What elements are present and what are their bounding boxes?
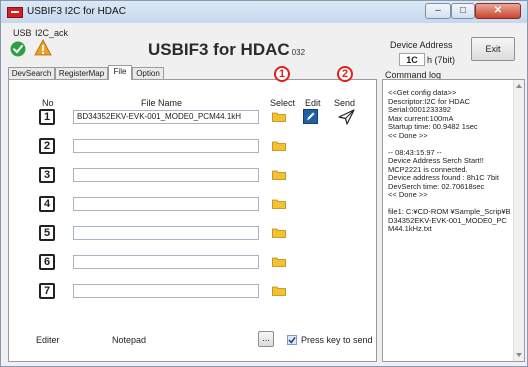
editor-label: Editer bbox=[36, 335, 60, 345]
scroll-down-arrow-icon[interactable] bbox=[516, 353, 522, 357]
log-scrollbar[interactable] bbox=[513, 80, 524, 361]
press-key-checkbox[interactable] bbox=[287, 335, 297, 345]
command-log-panel[interactable]: <<Get config data>> Descriptor:I2C for H… bbox=[382, 79, 525, 362]
row-number: 7 bbox=[39, 283, 55, 299]
row-number: 3 bbox=[39, 167, 55, 183]
checkmark-icon bbox=[288, 337, 296, 344]
select-marker: 1 bbox=[274, 66, 290, 82]
column-edit-header: Edit bbox=[305, 98, 321, 108]
column-no-header: No bbox=[42, 98, 54, 108]
exit-button[interactable]: Exit bbox=[471, 37, 515, 61]
filename-field[interactable] bbox=[73, 255, 259, 269]
row-number: 2 bbox=[39, 138, 55, 154]
close-button[interactable]: ✕ bbox=[475, 3, 521, 19]
filename-field[interactable]: BD34352EKV-EVK-001_MODE0_PCM44.1kH bbox=[73, 110, 259, 124]
folder-icon[interactable] bbox=[272, 140, 286, 151]
editor-value: Notepad bbox=[112, 335, 147, 345]
usb-label: USB bbox=[13, 28, 32, 38]
filename-field[interactable] bbox=[73, 226, 259, 240]
browse-editor-button[interactable]: ... bbox=[258, 331, 274, 347]
row-number: 4 bbox=[39, 196, 55, 212]
file-tab-panel: 1 2 No File Name Select Edit Send 1 BD34… bbox=[8, 66, 377, 362]
minimize-button[interactable]: ‒ bbox=[425, 3, 451, 19]
folder-icon[interactable] bbox=[272, 111, 286, 122]
maximize-button[interactable]: □ bbox=[451, 3, 475, 19]
tab-file[interactable]: File bbox=[108, 65, 132, 80]
command-log-text: <<Get config data>> Descriptor:I2C for H… bbox=[388, 88, 511, 233]
i2c-ack-label: I2C_ack bbox=[35, 28, 69, 38]
edit-pencil-icon[interactable] bbox=[303, 109, 318, 124]
title-bar: USBIF3 I2C for HDAC ‒ □ ✕ bbox=[1, 1, 527, 23]
filename-field[interactable] bbox=[73, 284, 259, 298]
app-icon bbox=[7, 7, 23, 18]
column-select-header: Select bbox=[270, 98, 296, 108]
filename-field[interactable] bbox=[73, 197, 259, 211]
app-window: USBIF3 I2C for HDAC ‒ □ ✕ USB I2C_ack US… bbox=[0, 0, 528, 367]
scroll-up-arrow-icon[interactable] bbox=[516, 84, 522, 88]
folder-icon[interactable] bbox=[272, 169, 286, 180]
device-address-label: Device Address bbox=[390, 40, 453, 50]
folder-icon[interactable] bbox=[272, 198, 286, 209]
column-send-header: Send bbox=[334, 98, 356, 108]
send-marker: 2 bbox=[337, 66, 353, 82]
filename-field[interactable] bbox=[73, 139, 259, 153]
check-circle-icon bbox=[10, 41, 26, 57]
brand-text: USBIF3 for HDAC bbox=[148, 40, 290, 59]
row-number: 6 bbox=[39, 254, 55, 270]
folder-icon[interactable] bbox=[272, 227, 286, 238]
window-title: USBIF3 I2C for HDAC bbox=[27, 6, 126, 17]
device-address-field[interactable]: 1C bbox=[399, 53, 425, 66]
press-key-label: Press key to send bbox=[301, 335, 373, 345]
app-brand-title: USBIF3 for HDAC 032 bbox=[148, 40, 305, 60]
column-filename-header: File Name bbox=[141, 98, 183, 108]
folder-icon[interactable] bbox=[272, 285, 286, 296]
version-label: 032 bbox=[291, 48, 306, 57]
send-paper-plane-icon[interactable] bbox=[338, 109, 355, 125]
device-address-suffix: h (7bit) bbox=[427, 55, 456, 65]
folder-icon[interactable] bbox=[272, 256, 286, 267]
row-number: 1 bbox=[39, 109, 55, 125]
filename-field[interactable] bbox=[73, 168, 259, 182]
row-number: 5 bbox=[39, 225, 55, 241]
warning-icon bbox=[34, 39, 52, 56]
